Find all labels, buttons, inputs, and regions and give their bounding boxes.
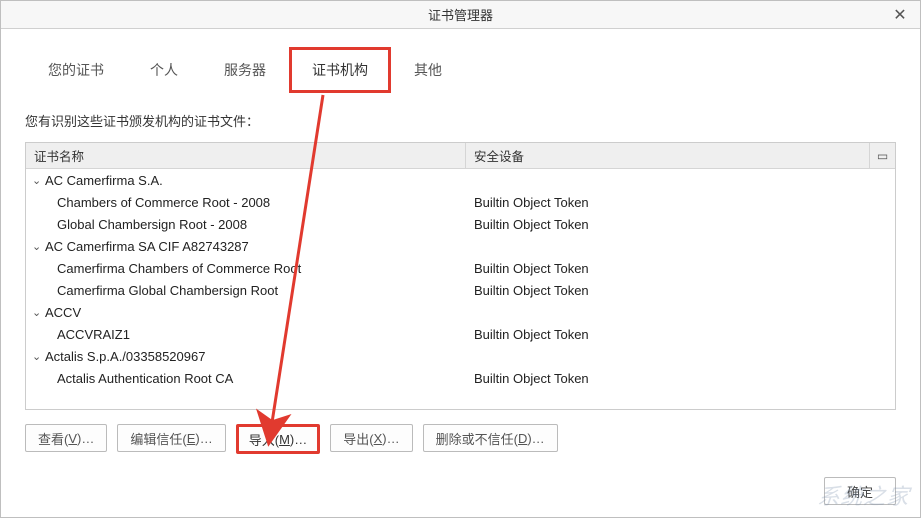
cell-device: Builtin Object Token <box>466 371 895 386</box>
column-header-device[interactable]: 安全设备 <box>466 146 869 165</box>
cert-name: ACCVRAIZ1 <box>57 327 130 342</box>
export-button[interactable]: 导出(X)… <box>330 424 412 452</box>
tab-label: 您的证书 <box>48 62 104 78</box>
cell-name: Chambers of Commerce Root - 2008 <box>26 195 466 210</box>
table-row[interactable]: Global Chambersign Root - 2008 Builtin Ob… <box>26 213 895 235</box>
chevron-down-icon[interactable]: ⌄ <box>32 350 42 363</box>
group-name: Actalis S.p.A./03358520967 <box>45 349 205 364</box>
tab-label: 证书机构 <box>312 62 368 78</box>
tab-authorities[interactable]: 证书机构 <box>289 47 391 93</box>
cert-name: Camerfirma Global Chambersign Root <box>57 283 278 298</box>
table-group-row[interactable]: ⌄AC Camerfirma SA CIF A82743287 <box>26 235 895 257</box>
view-button[interactable]: 查看(V)… <box>25 424 107 452</box>
group-name: AC Camerfirma SA CIF A82743287 <box>45 239 249 254</box>
tab-people[interactable]: 个人 <box>127 47 201 93</box>
table-row[interactable]: ACCVRAIZ1 Builtin Object Token <box>26 323 895 345</box>
table-row[interactable]: Camerfirma Chambers of Commerce Root Buil… <box>26 257 895 279</box>
cell-name: Camerfirma Chambers of Commerce Root <box>26 261 466 276</box>
table-group-row[interactable]: ⌄Actalis S.p.A./03358520967 <box>26 345 895 367</box>
tab-others[interactable]: 其他 <box>391 47 465 93</box>
tab-your-certs[interactable]: 您的证书 <box>25 47 127 93</box>
content-area: 您的证书 个人 服务器 证书机构 其他 您有识别这些证书颁发机构的证书文件： 证… <box>1 29 920 468</box>
ok-button[interactable]: 确定 <box>824 477 896 505</box>
cell-device: Builtin Object Token <box>466 283 895 298</box>
delete-distrust-button[interactable]: 删除或不信任(D)… <box>423 424 558 452</box>
footer: 确定 <box>824 477 896 505</box>
cell-name: ACCVRAIZ1 <box>26 327 466 342</box>
cell-name: ⌄ACCV <box>26 305 466 320</box>
certificate-manager-window: 证书管理器 ✕ 您的证书 个人 服务器 证书机构 其他 您有识别这些证书颁发机构… <box>0 0 921 518</box>
tab-label: 其他 <box>414 62 442 78</box>
tab-label: 个人 <box>150 62 178 78</box>
table-row[interactable]: Chambers of Commerce Root - 2008 Builtin … <box>26 191 895 213</box>
cell-name: Camerfirma Global Chambersign Root <box>26 283 466 298</box>
cell-name: ⌄AC Camerfirma S.A. <box>26 173 466 188</box>
tab-bar: 您的证书 个人 服务器 证书机构 其他 <box>25 47 896 93</box>
table-row[interactable]: Camerfirma Global Chambersign Root Builti… <box>26 279 895 301</box>
cell-name: ⌄Actalis S.p.A./03358520967 <box>26 349 466 364</box>
table-group-row[interactable]: ⌄ACCV <box>26 301 895 323</box>
cert-name: Global Chambersign Root - 2008 <box>57 217 247 232</box>
cell-device: Builtin Object Token <box>466 327 895 342</box>
window-title: 证书管理器 <box>428 5 493 24</box>
cert-name: Camerfirma Chambers of Commerce Root <box>57 261 301 276</box>
cell-device: Builtin Object Token <box>466 217 895 232</box>
edit-trust-button[interactable]: 编辑信任(E)… <box>117 424 225 452</box>
table-group-row[interactable]: ⌄AC Camerfirma S.A. <box>26 169 895 191</box>
certificates-table: 证书名称 安全设备 ▭ ⌄AC Camerfirma S.A.Chambers … <box>25 142 896 410</box>
description-text: 您有识别这些证书颁发机构的证书文件： <box>25 111 896 130</box>
close-icon[interactable]: ✕ <box>880 1 920 28</box>
tab-servers[interactable]: 服务器 <box>201 47 289 93</box>
import-button[interactable]: 导入(M)… <box>236 424 321 454</box>
cert-name: Actalis Authentication Root CA <box>57 371 233 386</box>
column-header-name[interactable]: 证书名称 <box>26 143 466 168</box>
group-name: AC Camerfirma S.A. <box>45 173 163 188</box>
cell-name: Actalis Authentication Root CA <box>26 371 466 386</box>
action-buttons: 查看(V)… 编辑信任(E)… 导入(M)… 导出(X)… 删除或不信任(D)… <box>25 424 896 454</box>
chevron-down-icon[interactable]: ⌄ <box>32 240 42 253</box>
cell-name: Global Chambersign Root - 2008 <box>26 217 466 232</box>
chevron-down-icon[interactable]: ⌄ <box>32 306 42 319</box>
table-body[interactable]: ⌄AC Camerfirma S.A.Chambers of Commerce … <box>26 169 895 410</box>
cert-name: Chambers of Commerce Root - 2008 <box>57 195 270 210</box>
table-header: 证书名称 安全设备 ▭ <box>26 143 895 169</box>
tab-label: 服务器 <box>224 62 266 78</box>
chevron-down-icon[interactable]: ⌄ <box>32 174 42 187</box>
cell-device: Builtin Object Token <box>466 261 895 276</box>
titlebar: 证书管理器 ✕ <box>1 1 920 29</box>
table-row[interactable]: Actalis Authentication Root CA Builtin Ob… <box>26 367 895 389</box>
cell-name: ⌄AC Camerfirma SA CIF A82743287 <box>26 239 466 254</box>
group-name: ACCV <box>45 305 81 320</box>
cell-device: Builtin Object Token <box>466 195 895 210</box>
column-picker-icon[interactable]: ▭ <box>869 143 895 168</box>
